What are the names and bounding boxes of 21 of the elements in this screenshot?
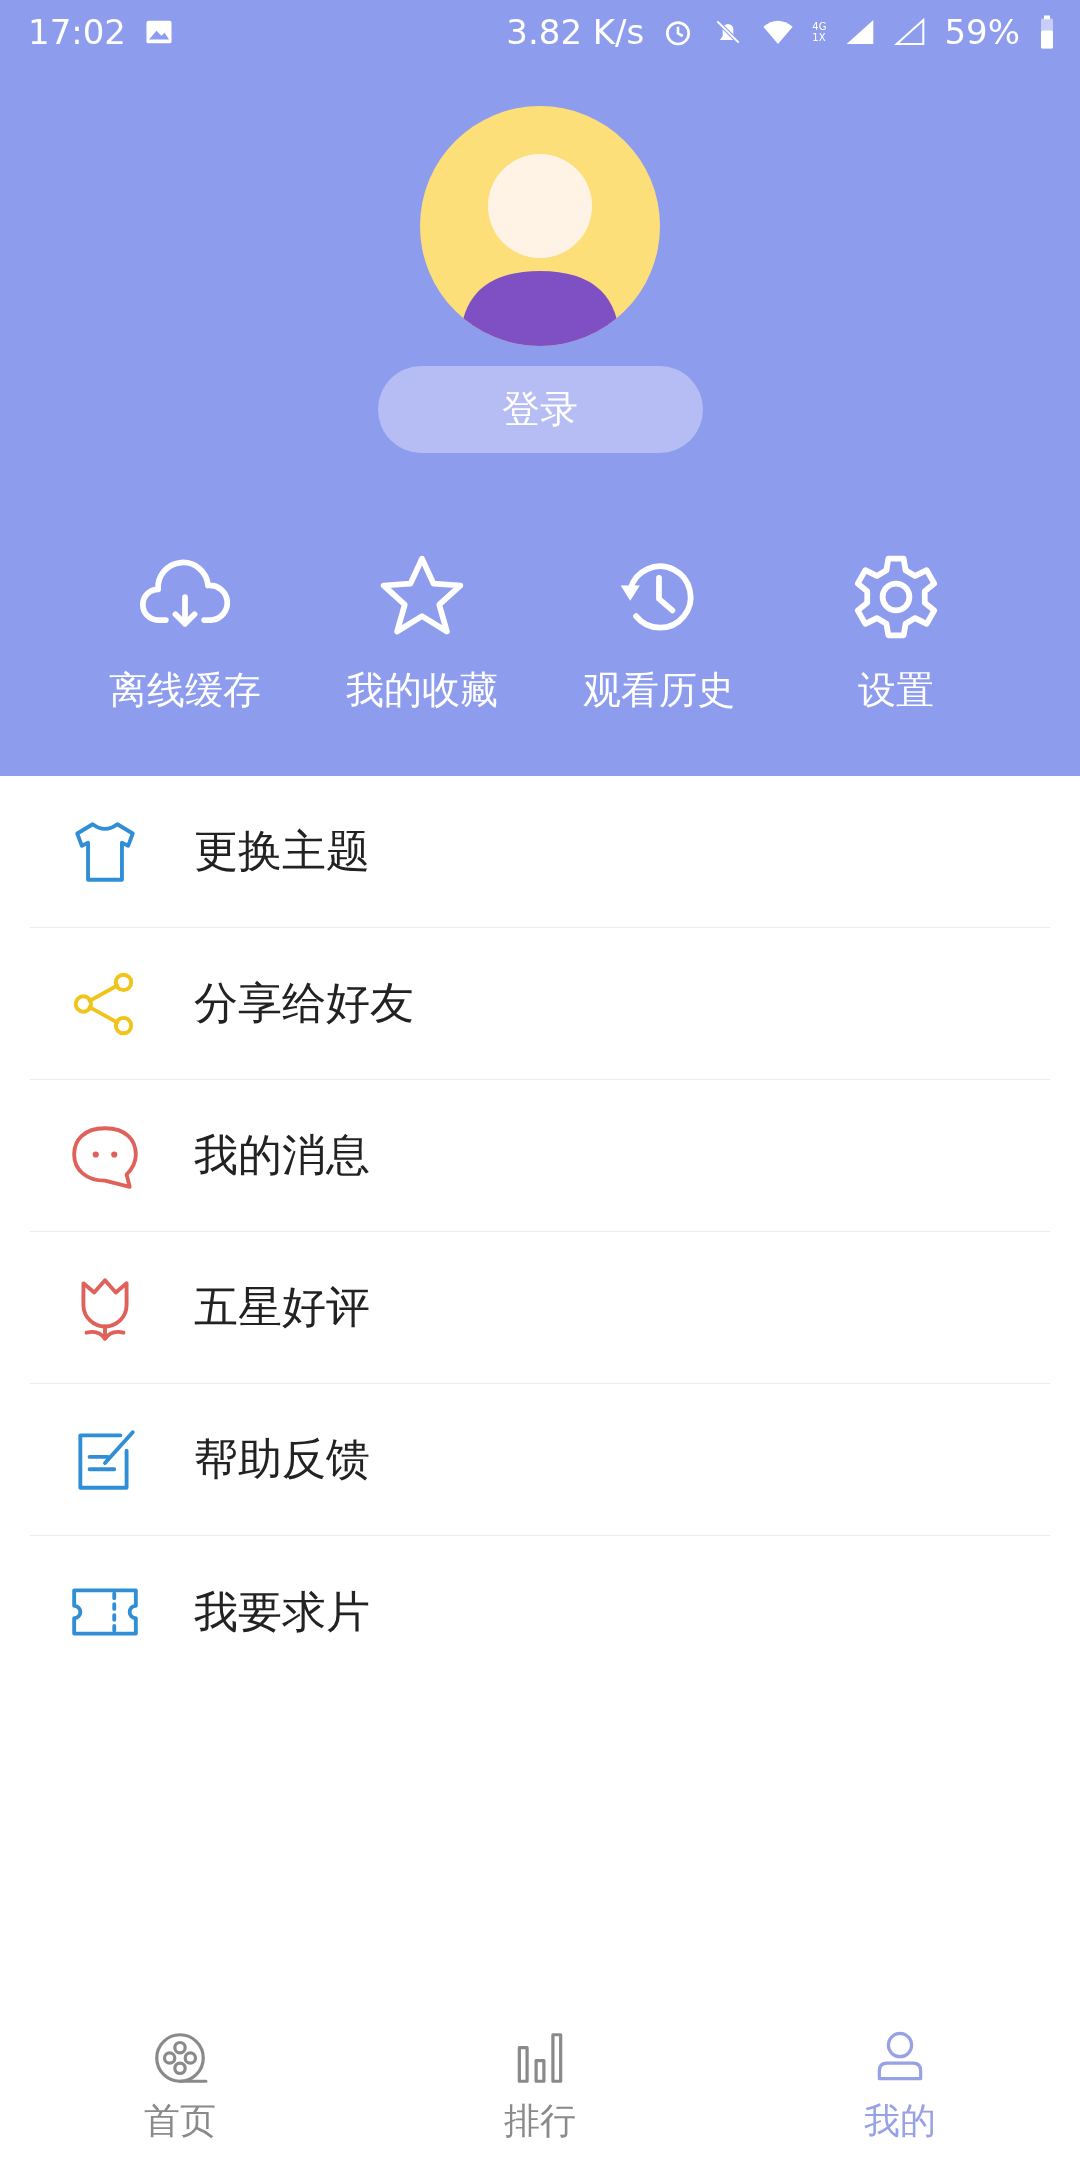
quick-action-button[interactable]: 设置 xyxy=(777,551,1014,716)
battery-text: 59% xyxy=(944,12,1020,52)
menu-item[interactable]: 五星好评 xyxy=(30,1232,1050,1384)
menu-item[interactable]: 我的消息 xyxy=(30,1080,1050,1232)
clock-text: 17:02 xyxy=(28,12,126,52)
menu-item[interactable]: 帮助反馈 xyxy=(30,1384,1050,1536)
nav-tab[interactable]: 首页 xyxy=(0,2027,360,2146)
quick-action-button[interactable]: 离线缓存 xyxy=(66,551,303,716)
menu-item[interactable]: 更换主题 xyxy=(30,776,1050,928)
network-type-text: 1X xyxy=(812,32,827,43)
battery-icon xyxy=(1038,14,1056,50)
menu-item[interactable]: 分享给好友 xyxy=(30,928,1050,1080)
quick-action-button[interactable]: 观看历史 xyxy=(540,551,777,716)
menu-item[interactable]: 我要求片 xyxy=(30,1536,1050,1688)
login-button[interactable]: 登录 xyxy=(377,366,703,453)
signal-icon xyxy=(894,16,927,48)
nav-tab[interactable]: 我的 xyxy=(720,2027,1080,2146)
nav-tab[interactable]: 排行 xyxy=(360,2027,720,2146)
network-type-text: 4G xyxy=(812,21,827,32)
quick-action-button[interactable]: 我的收藏 xyxy=(303,551,540,716)
speed-text: 3.82 K/s xyxy=(506,12,645,52)
